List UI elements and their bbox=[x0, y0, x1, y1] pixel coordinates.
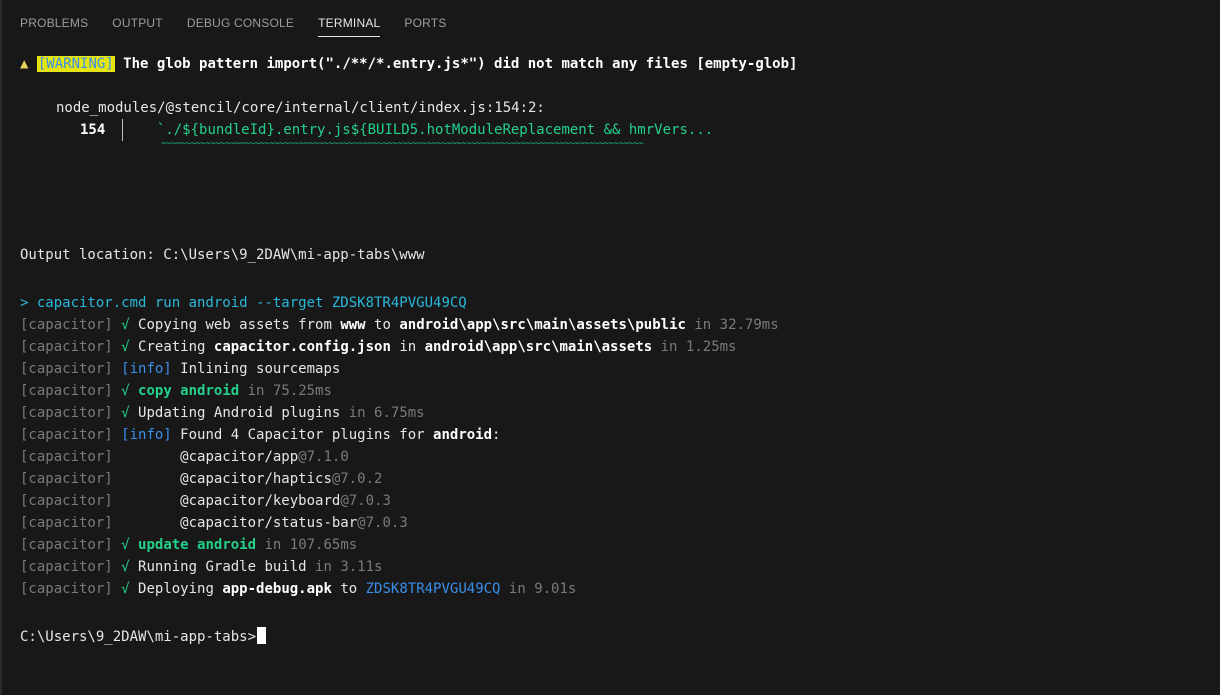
check-icon: √ bbox=[121, 581, 130, 597]
log-text: to bbox=[331, 581, 366, 597]
log-text: Deploying bbox=[138, 581, 223, 597]
shell-prompt-line[interactable]: C:\Users\9_2DAW\mi-app-tabs> bbox=[20, 626, 267, 648]
log-line: [capacitor] √ Deploying app-debug.apk to… bbox=[20, 578, 576, 600]
log-text: Inlining sourcemaps bbox=[171, 361, 341, 377]
capacitor-prefix: [capacitor] bbox=[20, 361, 113, 377]
capacitor-prefix: [capacitor] bbox=[20, 471, 113, 487]
log-line: [capacitor] √ copy android in 75.25ms bbox=[20, 380, 332, 402]
capacitor-prefix: [capacitor] bbox=[20, 405, 113, 421]
plugin-line: [capacitor] @capacitor/haptics@7.0.2 bbox=[20, 468, 382, 490]
log-text: in bbox=[390, 339, 425, 355]
log-line: [capacitor] √ Updating Android plugins i… bbox=[20, 402, 425, 424]
plugin-version: @7.0.2 bbox=[331, 471, 383, 487]
log-text: Updating Android plugins bbox=[138, 405, 341, 421]
plugin-name: @capacitor/haptics bbox=[180, 471, 332, 487]
log-bold: capacitor.config.json bbox=[213, 339, 391, 355]
log-duration: in 107.65ms bbox=[256, 537, 358, 553]
log-duration: in 32.79ms bbox=[685, 317, 779, 333]
check-icon: √ bbox=[121, 339, 130, 355]
warning-badge: [WARNING] bbox=[36, 56, 115, 72]
warning-icon: ▲ bbox=[20, 56, 29, 72]
capacitor-prefix: [capacitor] bbox=[20, 339, 113, 355]
plugin-line: [capacitor] @capacitor/status-bar@7.0.3 bbox=[20, 512, 408, 534]
capacitor-prefix: [capacitor] bbox=[20, 427, 113, 443]
tab-ports[interactable]: PORTS bbox=[404, 10, 446, 36]
log-text: Found 4 Capacitor plugins for bbox=[171, 427, 434, 443]
log-step: update android bbox=[138, 537, 257, 553]
log-duration: in 75.25ms bbox=[239, 383, 332, 399]
terminal-cursor bbox=[257, 627, 267, 644]
check-icon: √ bbox=[121, 383, 130, 399]
log-duration: in 9.01s bbox=[500, 581, 577, 597]
command-line: > capacitor.cmd run android --target ZDS… bbox=[20, 292, 467, 314]
plugin-version: @7.0.3 bbox=[357, 515, 408, 531]
check-icon: √ bbox=[121, 537, 130, 553]
tab-debug-console[interactable]: DEBUG CONSOLE bbox=[187, 10, 294, 36]
log-duration: in 6.75ms bbox=[340, 405, 425, 421]
log-bold: android bbox=[433, 427, 493, 443]
panel-border bbox=[0, 0, 2, 695]
check-icon: √ bbox=[121, 559, 130, 575]
plugin-line: [capacitor] @capacitor/keyboard@7.0.3 bbox=[20, 490, 391, 512]
tab-terminal[interactable]: TERMINAL bbox=[318, 10, 381, 37]
info-tag: [info] bbox=[121, 427, 172, 443]
capacitor-prefix: [capacitor] bbox=[20, 383, 113, 399]
plugin-name: @capacitor/app bbox=[180, 449, 299, 465]
plugin-name: @capacitor/status-bar bbox=[180, 515, 358, 531]
capacitor-prefix: [capacitor] bbox=[20, 559, 113, 575]
plugin-name: @capacitor/keyboard bbox=[180, 493, 341, 509]
check-icon: √ bbox=[121, 405, 130, 421]
gutter-bar bbox=[122, 119, 124, 141]
info-tag: [info] bbox=[121, 361, 172, 377]
capacitor-prefix: [capacitor] bbox=[20, 449, 113, 465]
command-prompt: > bbox=[20, 295, 37, 311]
tab-output[interactable]: OUTPUT bbox=[112, 10, 163, 36]
log-text: Creating bbox=[138, 339, 214, 355]
log-line: [capacitor] √ update android in 107.65ms bbox=[20, 534, 357, 556]
command-text: capacitor.cmd run android --target ZDSK8… bbox=[36, 295, 467, 311]
panel-tabs: PROBLEMS OUTPUT DEBUG CONSOLE TERMINAL P… bbox=[20, 0, 447, 46]
log-line: [capacitor] [info] Inlining sourcemaps bbox=[20, 358, 340, 380]
log-bold: www bbox=[340, 317, 366, 333]
log-text: : bbox=[492, 427, 501, 443]
capacitor-prefix: [capacitor] bbox=[20, 493, 113, 509]
log-line: [capacitor] [info] Found 4 Capacitor plu… bbox=[20, 424, 500, 446]
log-line: [capacitor] √ Copying web assets from ww… bbox=[20, 314, 779, 336]
warning-location: node_modules/@stencil/core/internal/clie… bbox=[56, 100, 545, 116]
log-line: [capacitor] √ Running Gradle build in 3.… bbox=[20, 556, 382, 578]
warning-message: The glob pattern import("./**/*.entry.js… bbox=[123, 56, 798, 72]
log-step: copy android bbox=[138, 383, 240, 399]
terminal-output[interactable]: ▲ [WARNING] The glob pattern import("./*… bbox=[20, 53, 1200, 695]
log-text: Running Gradle build bbox=[138, 559, 307, 575]
log-bold: android\app\src\main\assets\public bbox=[399, 317, 686, 333]
tab-problems[interactable]: PROBLEMS bbox=[20, 10, 88, 36]
log-bold: app-debug.apk bbox=[222, 581, 332, 597]
log-text: Copying web assets from bbox=[138, 317, 341, 333]
code-line-number: 154 bbox=[80, 122, 106, 138]
plugin-line: [capacitor] @capacitor/app@7.1.0 bbox=[20, 446, 349, 468]
device-id: ZDSK8TR4PVGU49CQ bbox=[365, 581, 501, 597]
squiggle-underline: ~~~~~~~~~~~~~~~~~~~~~~~~~~~~~~~~~~~~~~~~… bbox=[161, 139, 644, 149]
capacitor-prefix: [capacitor] bbox=[20, 317, 113, 333]
capacitor-prefix: [capacitor] bbox=[20, 581, 113, 597]
log-duration: in 3.11s bbox=[306, 559, 383, 575]
log-line: [capacitor] √ Creating capacitor.config.… bbox=[20, 336, 737, 358]
plugin-version: @7.0.3 bbox=[340, 493, 391, 509]
capacitor-prefix: [capacitor] bbox=[20, 537, 113, 553]
log-bold: android\app\src\main\assets bbox=[424, 339, 653, 355]
output-location: Output location: C:\Users\9_2DAW\mi-app-… bbox=[20, 247, 425, 263]
code-snippet: `./${bundleId}.entry.js${BUILD5.hotModul… bbox=[156, 122, 714, 138]
log-text: to bbox=[365, 317, 400, 333]
warning-line: ▲ [WARNING] The glob pattern import("./*… bbox=[20, 53, 797, 75]
log-duration: in 1.25ms bbox=[652, 339, 737, 355]
capacitor-prefix: [capacitor] bbox=[20, 515, 113, 531]
check-icon: √ bbox=[121, 317, 130, 333]
shell-prompt: C:\Users\9_2DAW\mi-app-tabs> bbox=[20, 629, 257, 645]
plugin-version: @7.1.0 bbox=[298, 449, 349, 465]
